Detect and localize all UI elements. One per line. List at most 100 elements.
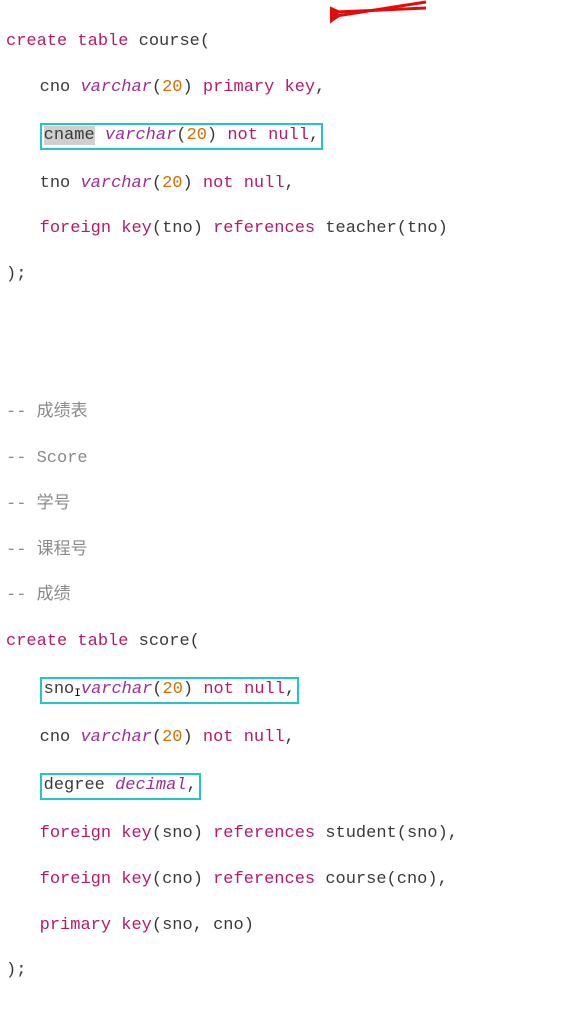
highlight-box: degree decimal, bbox=[40, 773, 201, 800]
comma: , bbox=[315, 78, 325, 97]
paren: ) bbox=[193, 870, 203, 889]
ref-col: cno bbox=[397, 870, 428, 889]
line-close-score: ); bbox=[6, 960, 562, 983]
line-score-cno: cno varchar(20) not null, bbox=[6, 727, 562, 750]
arrow-icon bbox=[330, 0, 428, 24]
col-cno: cno bbox=[40, 78, 71, 97]
comma: , bbox=[285, 680, 295, 699]
paren: ( bbox=[176, 126, 186, 145]
fk-col: tno bbox=[162, 219, 193, 238]
comma: , bbox=[193, 916, 213, 935]
references: references bbox=[213, 219, 315, 238]
paren: ( bbox=[397, 824, 407, 843]
primary-key: primary key bbox=[203, 78, 315, 97]
col-degree: degree bbox=[44, 776, 105, 795]
line-score-degree: degree decimal, bbox=[6, 773, 562, 800]
comment-line: -- 课程号 bbox=[6, 540, 562, 563]
keyword-create: create bbox=[6, 32, 67, 51]
not-null: not null bbox=[203, 680, 285, 699]
ref-table: student bbox=[325, 824, 396, 843]
num-20: 20 bbox=[187, 126, 207, 145]
comma: , bbox=[285, 728, 295, 747]
line-score-fk2: foreign key(cno) references course(cno), bbox=[6, 869, 562, 892]
keyword-table: table bbox=[77, 32, 128, 51]
paren: ( bbox=[152, 680, 162, 699]
paren: ( bbox=[152, 219, 162, 238]
paren: ) bbox=[193, 824, 203, 843]
line-course-cno: cno varchar(20) primary key, bbox=[6, 77, 562, 100]
line-course-tno: tno varchar(20) not null, bbox=[6, 173, 562, 196]
paren: ( bbox=[152, 870, 162, 889]
blank-line bbox=[6, 356, 562, 379]
comment-line: -- 学号 bbox=[6, 494, 562, 517]
line-score-pk: primary key(sno, cno) bbox=[6, 915, 562, 938]
cursor-icon: I bbox=[74, 688, 81, 700]
references: references bbox=[213, 824, 315, 843]
col-sno: sno bbox=[44, 680, 75, 699]
num-20: 20 bbox=[163, 680, 183, 699]
paren: ) bbox=[427, 870, 437, 889]
paren: ) bbox=[244, 916, 254, 935]
num-20: 20 bbox=[162, 78, 182, 97]
table-name-course: course bbox=[139, 32, 200, 51]
pk-col2: cno bbox=[213, 916, 244, 935]
foreign-key: foreign key bbox=[40, 824, 152, 843]
fk-col: cno bbox=[162, 870, 193, 889]
paren: ( bbox=[152, 824, 162, 843]
comma: , bbox=[309, 126, 319, 145]
references: references bbox=[213, 870, 315, 889]
table-name-score: score bbox=[139, 632, 190, 651]
line-score-fk1: foreign key(sno) references student(sno)… bbox=[6, 823, 562, 846]
not-null: not null bbox=[227, 126, 309, 145]
comma: , bbox=[187, 776, 197, 795]
paren: ) bbox=[438, 824, 448, 843]
blank-line bbox=[6, 310, 562, 333]
type-varchar: varchar bbox=[80, 174, 151, 193]
primary-key: primary key bbox=[40, 916, 152, 935]
close-paren: ); bbox=[6, 961, 26, 980]
highlight-box: snoIvarchar(20) not null, bbox=[40, 677, 299, 704]
not-null: not null bbox=[203, 174, 285, 193]
ref-col: sno bbox=[407, 824, 438, 843]
num-20: 20 bbox=[162, 728, 182, 747]
line-score-sno: snoIvarchar(20) not null, bbox=[6, 677, 562, 704]
foreign-key: foreign key bbox=[40, 219, 152, 238]
paren-open: ( bbox=[200, 32, 210, 51]
paren: ) bbox=[193, 219, 203, 238]
comma: , bbox=[448, 824, 458, 843]
paren: ( bbox=[152, 78, 162, 97]
comma: , bbox=[285, 174, 295, 193]
highlight-box: cname varchar(20) not null, bbox=[40, 123, 323, 150]
type-varchar: varchar bbox=[105, 126, 176, 145]
type-varchar: varchar bbox=[81, 680, 152, 699]
paren: ) bbox=[183, 174, 193, 193]
comment-line: -- 成绩 bbox=[6, 585, 562, 608]
num-20: 20 bbox=[162, 174, 182, 193]
col-cname: cname bbox=[44, 126, 95, 145]
not-null: not null bbox=[203, 728, 285, 747]
close-paren: ); bbox=[6, 265, 26, 284]
col-tno: tno bbox=[40, 174, 71, 193]
line-create-course: create table course( bbox=[6, 31, 562, 54]
paren: ( bbox=[152, 174, 162, 193]
line-course-cname: cname varchar(20) not null, bbox=[6, 123, 562, 150]
paren: ) bbox=[207, 126, 217, 145]
type-varchar: varchar bbox=[80, 728, 151, 747]
keyword-create: create bbox=[6, 632, 67, 651]
type-decimal: decimal bbox=[115, 776, 186, 795]
fk-col: sno bbox=[162, 824, 193, 843]
type-varchar: varchar bbox=[80, 78, 151, 97]
paren: ) bbox=[183, 680, 193, 699]
keyword-table: table bbox=[77, 632, 128, 651]
paren: ) bbox=[183, 728, 193, 747]
col-cno: cno bbox=[40, 728, 71, 747]
paren: ) bbox=[438, 219, 448, 238]
comma: , bbox=[438, 870, 448, 889]
comment-line: -- 成绩表 bbox=[6, 402, 562, 425]
line-create-score: create table score( bbox=[6, 631, 562, 654]
paren-open: ( bbox=[190, 632, 200, 651]
paren: ( bbox=[152, 728, 162, 747]
line-close-course: ); bbox=[6, 264, 562, 287]
arrow-icon bbox=[330, 2, 428, 22]
ref-col: tno bbox=[407, 219, 438, 238]
